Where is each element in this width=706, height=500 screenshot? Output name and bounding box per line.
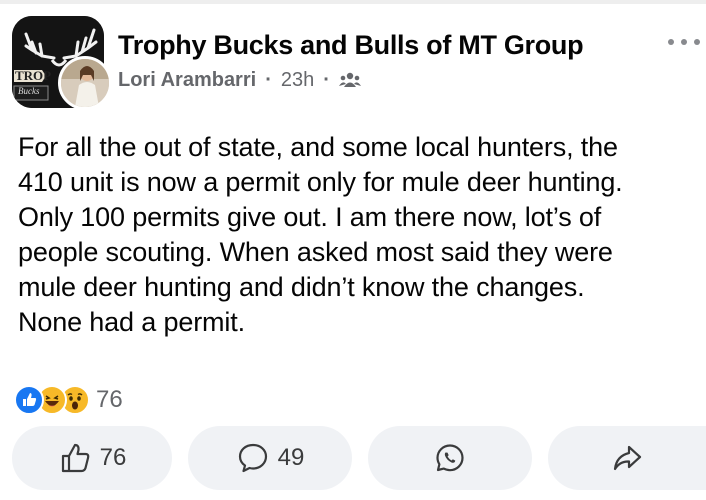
meta-separator: · xyxy=(265,68,272,91)
more-options-button[interactable] xyxy=(664,32,704,52)
reactions-summary[interactable]: 76 xyxy=(14,384,123,416)
top-divider xyxy=(0,0,706,4)
post-meta: Lori Arambarri · 23h · xyxy=(118,66,361,94)
like-reaction-icon xyxy=(14,385,44,415)
post-time[interactable]: 23h xyxy=(281,69,314,92)
post-body: For all the out of state, and some local… xyxy=(18,130,698,340)
whatsapp-share-button[interactable] xyxy=(368,426,532,490)
group-logo-subtext: Bucks xyxy=(18,86,40,96)
more-dot-icon xyxy=(681,39,687,45)
reaction-count: 76 xyxy=(96,386,123,413)
post-body-line: None had a permit. xyxy=(18,307,245,337)
share-button[interactable] xyxy=(548,426,706,490)
person-photo-icon xyxy=(61,59,109,107)
group-name[interactable]: Trophy Bucks and Bulls of MT Group xyxy=(118,30,584,61)
post-body-line: mule deer hunting and didn’t know the ch… xyxy=(18,272,585,302)
like-button[interactable]: 76 xyxy=(12,426,172,490)
post-body-line: 410 unit is now a permit only for mule d… xyxy=(18,167,623,197)
comment-bubble-icon xyxy=(236,441,270,475)
whatsapp-icon xyxy=(434,442,466,474)
post-body-line: people scouting. When asked most said th… xyxy=(18,237,613,267)
comment-count: 49 xyxy=(277,444,305,471)
thumbs-up-icon xyxy=(58,441,92,475)
post-body-line: Only 100 permits give out. I am there no… xyxy=(18,202,602,232)
group-logo-text: TROP xyxy=(15,68,52,83)
more-dot-icon xyxy=(694,39,700,45)
like-count: 76 xyxy=(99,444,127,471)
author-avatar[interactable] xyxy=(58,56,112,110)
post-body-line: For all the out of state, and some local… xyxy=(18,132,618,162)
meta-separator: · xyxy=(323,68,330,91)
author-name[interactable]: Lori Arambarri xyxy=(118,69,256,92)
share-arrow-icon xyxy=(610,441,644,475)
more-dot-icon xyxy=(668,39,674,45)
group-members-icon xyxy=(338,71,361,89)
comment-button[interactable]: 49 xyxy=(188,426,352,490)
